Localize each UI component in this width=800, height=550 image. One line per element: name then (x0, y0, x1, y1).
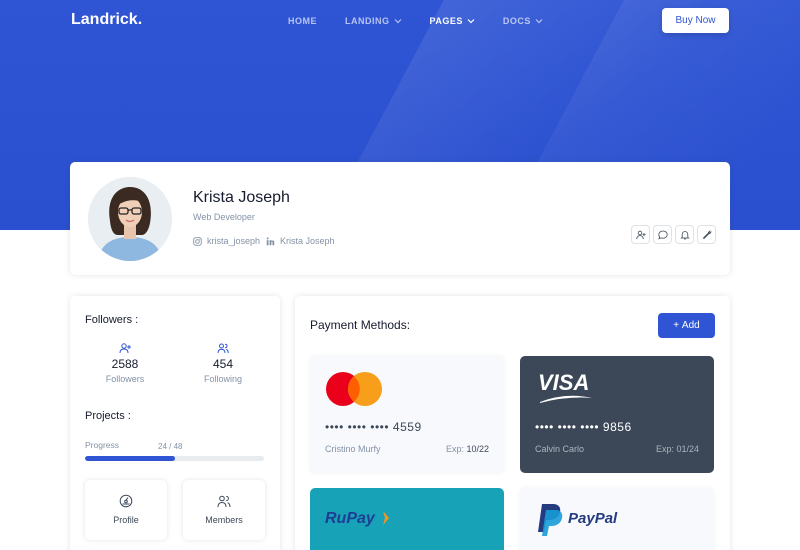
profile-tile[interactable]: Profile (85, 480, 167, 540)
paypal-brand-text: PayPal (568, 510, 618, 527)
card-expiry: Exp: 10/22 (445, 444, 489, 454)
following-stat[interactable]: 454 Following (183, 342, 263, 384)
linkedin-icon (266, 236, 275, 245)
menu-item-docs[interactable]: DOCS (503, 16, 543, 26)
visa-logo-icon: VISA (538, 370, 590, 395)
notification-button[interactable] (675, 225, 694, 244)
followers-label: Followers (105, 374, 145, 384)
menu-item-label: DOCS (502, 16, 531, 26)
dashboard-icon (119, 494, 133, 508)
members-tile-label: Members (205, 515, 243, 525)
rupay-arrow (383, 511, 389, 525)
profile-actions (631, 225, 719, 244)
members-tile[interactable]: Members (183, 480, 265, 540)
card-number: •••• •••• •••• 4559 (325, 420, 422, 434)
avatar-photo (88, 177, 172, 261)
progress-bar (85, 456, 264, 461)
chevron-down-icon (467, 19, 475, 24)
progress-label: Progress (85, 440, 120, 450)
paypal-logo-icon (538, 504, 563, 536)
menu-item-landing[interactable]: LANDING (345, 16, 402, 26)
progress-value: 24 / 48 (158, 442, 183, 451)
profile-role: Web Developer (193, 212, 255, 222)
linkedin-link[interactable]: Krista Joseph (280, 236, 335, 246)
bell-icon (679, 230, 690, 239)
menu-item-pages[interactable]: PAGES (430, 16, 475, 26)
followers-projects-card: Followers : 2588 Followers 454 Following… (70, 296, 280, 550)
rupay-logo-icon: RuPay (325, 510, 375, 527)
following-count: 454 (212, 357, 234, 371)
plus-icon: + (673, 320, 680, 331)
payment-card-mastercard[interactable]: •••• •••• •••• 4559 Cristino Murfy Exp: … (310, 356, 504, 473)
chevron-down-icon (535, 19, 543, 24)
profile-name: Krista Joseph (193, 189, 290, 206)
profile-social-links: krista_joseph Krista Joseph (193, 236, 335, 246)
card-number: •••• •••• •••• 9856 (535, 420, 632, 434)
profile-tile-label: Profile (113, 515, 139, 525)
card-expiry: Exp: 01/24 (655, 444, 699, 454)
main-menu: HOME LANDING PAGES DOCS (288, 16, 571, 26)
followers-title: Followers : (85, 314, 139, 326)
user-plus-icon (119, 343, 131, 354)
instagram-link[interactable]: krista_joseph (207, 236, 260, 246)
mastercard-logo-icon (326, 372, 382, 406)
followers-count: 2588 (111, 357, 139, 371)
add-friend-button[interactable] (631, 225, 650, 244)
buy-now-button[interactable]: Buy Now (662, 8, 729, 33)
payment-card-paypal[interactable]: PayPal (520, 488, 714, 550)
card-holder: Calvin Carlo (535, 444, 585, 454)
tools-icon (702, 229, 712, 239)
add-button-label: Add (681, 320, 700, 331)
payment-card-rupay[interactable]: RuPay (310, 488, 504, 550)
instagram-icon (193, 236, 202, 246)
users-icon (217, 343, 229, 354)
projects-title: Projects : (85, 410, 131, 422)
menu-item-label: PAGES (429, 16, 463, 26)
avatar (88, 177, 172, 261)
payment-methods-title: Payment Methods: (310, 318, 411, 332)
users-icon (217, 495, 231, 508)
top-navbar: Landrick. HOME LANDING PAGES DOCS Buy No… (0, 0, 800, 42)
followers-stat[interactable]: 2588 Followers (85, 342, 165, 384)
settings-button[interactable] (697, 225, 716, 244)
menu-item-label: LANDING (345, 16, 390, 26)
menu-item-home[interactable]: HOME (288, 16, 317, 26)
message-icon (657, 230, 668, 240)
chevron-down-icon (394, 19, 401, 24)
payment-card-visa[interactable]: VISA •••• •••• •••• 9856 Calvin Carlo Ex… (520, 356, 714, 473)
add-payment-button[interactable]: + Add (658, 313, 715, 338)
profile-card: Krista Joseph Web Developer krista_josep… (70, 162, 730, 275)
visa-swoosh (540, 395, 592, 403)
logo[interactable]: Landrick. (71, 11, 142, 29)
payment-methods-card: Payment Methods: + Add •••• •••• •••• 45… (295, 296, 730, 550)
add-user-icon (635, 230, 645, 239)
following-label: Following (203, 374, 243, 384)
progress-bar-fill (85, 456, 175, 461)
message-button[interactable] (653, 225, 672, 244)
card-holder: Cristino Murfy (325, 444, 381, 454)
menu-item-label: HOME (288, 16, 317, 26)
